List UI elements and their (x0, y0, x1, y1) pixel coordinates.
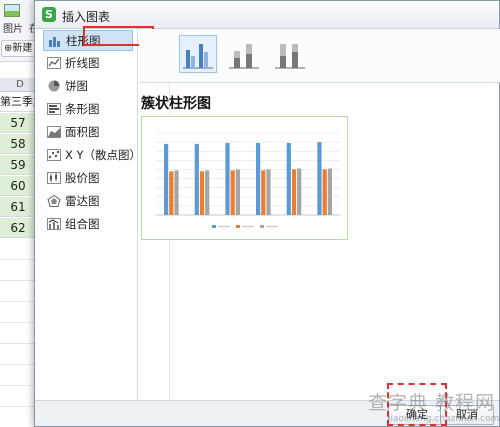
bar (317, 142, 322, 215)
legend-swatch (212, 225, 216, 228)
bar (174, 170, 179, 215)
bar (194, 143, 199, 215)
bar (225, 143, 230, 215)
chart-type-scatter[interactable]: X Y（散点图） (43, 145, 141, 166)
bar (297, 168, 302, 215)
bar (261, 170, 266, 215)
grid-line (0, 301, 36, 302)
grid-line (0, 406, 36, 407)
value-cell[interactable]: 62 (0, 218, 36, 238)
pie-chart-icon (48, 80, 60, 92)
chart-type-list: 柱形图 折线图 饼图 条形图 面积图 X Y（散点图） 股价图 雷达图 组合图 (36, 29, 141, 401)
bar (169, 171, 174, 215)
bar (286, 143, 291, 215)
watermark-url: jiaocheng.chazidian.com (388, 414, 500, 424)
chart-type-line[interactable]: 折线图 (43, 53, 133, 74)
grid-line (0, 259, 36, 260)
bar (235, 169, 240, 215)
legend-swatch (236, 225, 240, 228)
preview-chart (156, 132, 340, 228)
area-chart-icon (47, 126, 61, 138)
value-cell[interactable]: 57 (0, 113, 36, 133)
value-cell[interactable]: 58 (0, 134, 36, 154)
bar (322, 169, 327, 215)
watermark: 查字典 教程网 (368, 392, 496, 414)
combo-chart-icon (47, 218, 61, 230)
grid-line (0, 364, 36, 365)
chart-type-label: 股价图 (65, 171, 100, 185)
chart-type-label: 饼图 (65, 79, 88, 93)
scatter-chart-icon (47, 149, 61, 161)
value-cell[interactable]: 61 (0, 197, 36, 217)
wps-logo-icon: S (42, 7, 56, 22)
grid-line (0, 322, 36, 323)
dialog-title: 插入图表 (62, 10, 111, 24)
bar-chart-icon (49, 37, 60, 47)
new-button-label: 新建 (12, 43, 33, 54)
chart-type-label: 组合图 (65, 217, 100, 231)
subtype-percent-stacked-column[interactable] (271, 35, 309, 73)
chart-type-pie[interactable]: 饼图 (43, 76, 133, 97)
ribbon-picture-label[interactable]: 图片 (3, 20, 23, 35)
grid-line (0, 280, 36, 281)
grid-line (0, 385, 36, 386)
bar (266, 169, 271, 215)
clustered-column-icon (183, 44, 213, 69)
chart-type-label: 面积图 (65, 125, 100, 139)
bar (230, 170, 235, 215)
chart-type-stock[interactable]: 股价图 (43, 168, 133, 189)
bar (205, 170, 210, 215)
chart-type-label: 条形图 (65, 102, 100, 116)
horizontal-bar-icon (47, 103, 61, 115)
value-cell[interactable]: 59 (0, 155, 36, 175)
dialog-titlebar[interactable]: S 插入图表 (35, 1, 499, 29)
chart-type-horizontal-bar[interactable]: 条形图 (43, 99, 133, 120)
stock-chart-icon (47, 172, 61, 184)
header-cell[interactable]: 第三季度 (0, 92, 36, 112)
preview-title: 簇状柱形图 (141, 96, 211, 112)
chart-type-label: X Y（散点图） (65, 148, 142, 162)
grid-line (0, 343, 36, 344)
chart-subtype-strip (139, 29, 500, 83)
stacked-column-icon (229, 44, 259, 69)
chart-type-label: 雷达图 (65, 194, 100, 208)
chart-type-label: 折线图 (65, 56, 100, 70)
bar (327, 168, 332, 215)
bar (291, 169, 297, 215)
chart-type-area[interactable]: 面积图 (43, 122, 133, 143)
value-cell[interactable]: 60 (0, 176, 36, 196)
bar (199, 171, 205, 215)
chart-type-radar[interactable]: 雷达图 (43, 191, 133, 212)
chart-type-combo[interactable]: 组合图 (43, 214, 133, 235)
legend-swatch (260, 225, 264, 228)
picture-icon[interactable] (4, 4, 20, 17)
line-chart-icon (47, 57, 61, 69)
subtype-clustered-column[interactable] (179, 35, 217, 73)
subtype-stacked-column[interactable] (225, 35, 263, 73)
radar-chart-icon (47, 195, 61, 207)
bar (256, 143, 261, 215)
percent-stacked-column-icon (275, 44, 305, 69)
bar (164, 143, 169, 215)
chart-preview[interactable] (141, 116, 348, 240)
